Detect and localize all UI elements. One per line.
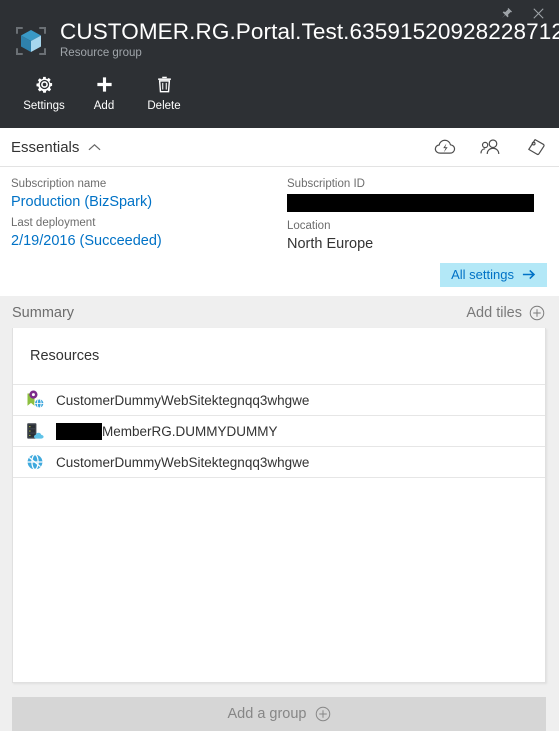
close-icon[interactable] (527, 2, 549, 24)
blade-toolbar: Settings Add Delete (0, 71, 559, 113)
location-value: North Europe (287, 236, 374, 252)
chevron-up-icon[interactable] (88, 143, 101, 152)
essentials-body: Subscription name Production (BizSpark) … (0, 167, 559, 257)
essentials-column-left: Subscription name Production (BizSpark) … (11, 176, 279, 257)
essentials-header[interactable]: Essentials (0, 128, 559, 167)
all-settings-button[interactable]: All settings (440, 263, 547, 287)
essentials-actions (433, 135, 547, 159)
cloud-lightning-icon[interactable] (433, 135, 459, 159)
resource-name: MemberRG.DUMMYDUMMY (102, 423, 278, 439)
blade-header: CUSTOMER.RG.Portal.Test.6359152092822871… (0, 0, 559, 128)
settings-button[interactable]: Settings (14, 71, 74, 113)
last-deployment-value[interactable]: 2/19/2016 (Succeeded) (11, 231, 279, 252)
subscription-id-redaction (287, 194, 534, 212)
table-row[interactable]: MemberRG.DUMMYDUMMY (13, 415, 545, 446)
trash-icon (155, 73, 174, 95)
page-subtitle: Resource group (60, 47, 142, 59)
subscription-name-label: Subscription name (11, 178, 107, 190)
pin-icon[interactable] (495, 2, 517, 24)
arrow-right-icon (522, 269, 537, 280)
add-tiles-button[interactable]: Add tiles (466, 305, 545, 321)
subscription-id-value (287, 192, 547, 216)
blade-title-text: CUSTOMER.RG.Portal.Test.6359152092822871… (60, 18, 559, 61)
resources-tile: Resources CustomerDummyWebSitektegnqq3wh… (12, 328, 546, 683)
all-settings-row: All settings (0, 257, 559, 296)
all-settings-label: All settings (451, 267, 514, 282)
resources-tile-header: Resources (13, 328, 545, 384)
essentials-column-right: Subscription ID Location North Europe (279, 176, 547, 257)
users-icon[interactable] (477, 135, 503, 159)
app-service-globe-icon (23, 451, 47, 473)
window-controls (495, 0, 559, 26)
table-row[interactable]: CustomerDummyWebSitektegnqq3whgwe (13, 446, 545, 478)
summary-title: Summary (12, 305, 75, 321)
resource-name: CustomerDummyWebSitektegnqq3whgwe (56, 454, 310, 470)
add-a-group-button[interactable]: Add a group (12, 697, 546, 731)
blade-title-row: CUSTOMER.RG.Portal.Test.6359152092822871… (0, 0, 559, 62)
plus-icon (95, 73, 114, 95)
add-tiles-label: Add tiles (466, 305, 522, 321)
subscription-name-value[interactable]: Production (BizSpark) (11, 192, 279, 213)
plus-circle-icon (315, 706, 331, 722)
resource-group-cube-icon (10, 20, 52, 62)
add-button[interactable]: Add (74, 71, 134, 113)
page-title: CUSTOMER.RG.Portal.Test.6359152092822871… (60, 19, 559, 44)
resource-name-redaction (56, 422, 102, 440)
web-app-slot-icon (23, 389, 47, 411)
plus-circle-icon (529, 305, 545, 321)
resources-list: CustomerDummyWebSitektegnqq3whgwe Member… (13, 384, 545, 580)
subscription-id-label: Subscription ID (287, 178, 365, 190)
table-row[interactable]: CustomerDummyWebSitektegnqq3whgwe (13, 384, 545, 415)
sql-database-icon (23, 420, 47, 442)
essentials-title: Essentials (11, 138, 80, 156)
tag-icon[interactable] (521, 135, 547, 159)
summary-header: Summary Add tiles (0, 296, 559, 328)
location-label: Location (287, 220, 331, 232)
add-a-group-label: Add a group (227, 706, 307, 722)
resources-tile-title: Resources (30, 348, 100, 364)
last-deployment-label: Last deployment (11, 217, 96, 229)
resource-name: CustomerDummyWebSitektegnqq3whgwe (56, 392, 310, 408)
delete-button-label: Delete (147, 100, 181, 112)
resources-tile-empty-area (13, 580, 545, 682)
add-button-label: Add (93, 100, 115, 112)
gear-icon (35, 73, 54, 95)
settings-button-label: Settings (23, 100, 65, 112)
delete-button[interactable]: Delete (134, 71, 194, 113)
essentials-section: Essentials Subscription name Production … (0, 128, 559, 296)
